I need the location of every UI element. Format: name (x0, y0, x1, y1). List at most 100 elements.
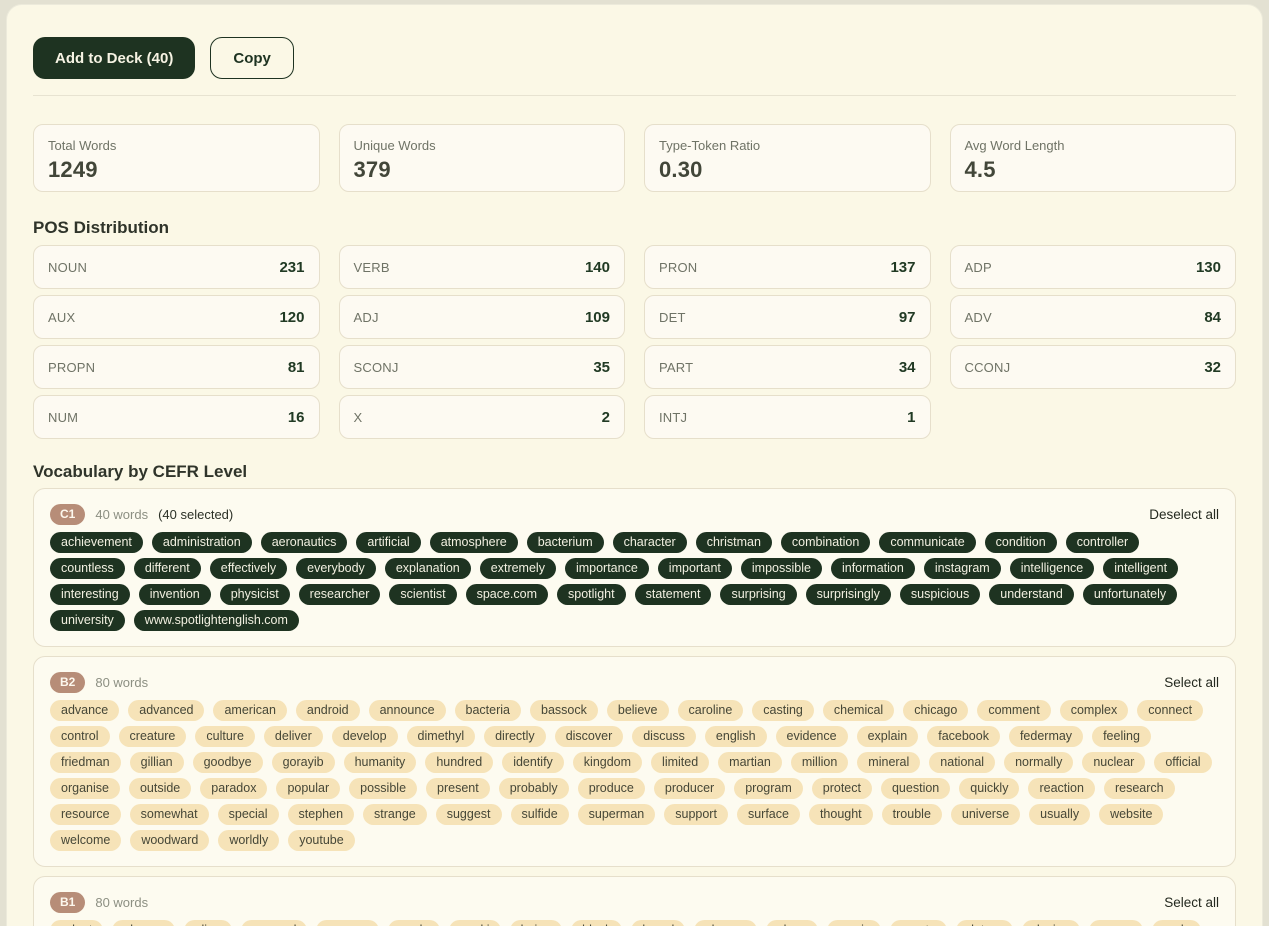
word-pill[interactable]: impossible (741, 558, 822, 579)
word-pill[interactable]: humanity (344, 752, 417, 773)
word-pill[interactable]: superman (578, 804, 656, 825)
word-pill[interactable]: nuclear (1082, 752, 1145, 773)
word-pill[interactable]: feeling (1092, 726, 1151, 747)
word-pill[interactable]: physicist (220, 584, 290, 605)
word-pill[interactable]: early (1152, 920, 1201, 926)
word-pill[interactable]: goodbye (193, 752, 263, 773)
word-pill[interactable]: youtube (288, 830, 354, 851)
word-pill[interactable]: hundred (425, 752, 493, 773)
word-pill[interactable]: federmay (1009, 726, 1083, 747)
word-pill[interactable]: connect (1137, 700, 1203, 721)
word-pill[interactable]: suggest (436, 804, 502, 825)
word-pill[interactable]: comment (977, 700, 1050, 721)
word-pill[interactable]: normally (1004, 752, 1073, 773)
word-pill[interactable]: thought (809, 804, 873, 825)
word-pill[interactable]: explain (857, 726, 919, 747)
word-pill[interactable]: official (1154, 752, 1211, 773)
word-pill[interactable]: comic (827, 920, 882, 926)
word-pill[interactable]: azaki (449, 920, 500, 926)
word-pill[interactable]: administration (152, 532, 252, 553)
word-pill[interactable]: sulfide (511, 804, 569, 825)
word-pill[interactable]: identify (502, 752, 564, 773)
word-pill[interactable]: change (694, 920, 757, 926)
word-pill[interactable]: suspicious (900, 584, 980, 605)
word-pill[interactable]: information (831, 558, 915, 579)
word-pill[interactable]: complex (1060, 700, 1129, 721)
word-pill[interactable]: broad (631, 920, 685, 926)
word-pill[interactable]: special (218, 804, 279, 825)
word-pill[interactable]: extremely (480, 558, 556, 579)
word-pill[interactable]: achievement (50, 532, 143, 553)
word-pill[interactable]: producer (654, 778, 725, 799)
word-pill[interactable]: strange (363, 804, 427, 825)
word-pill[interactable]: amazed (241, 920, 307, 926)
word-pill[interactable]: bacterium (527, 532, 604, 553)
word-pill[interactable]: university (50, 610, 125, 631)
word-pill[interactable]: gorayib (272, 752, 335, 773)
word-pill[interactable]: communicate (879, 532, 975, 553)
word-pill[interactable]: researcher (299, 584, 381, 605)
word-pill[interactable]: apple (388, 920, 441, 926)
word-pill[interactable]: artificial (356, 532, 420, 553)
word-pill[interactable]: trouble (882, 804, 942, 825)
word-pill[interactable]: directly (484, 726, 546, 747)
word-pill[interactable]: believe (607, 700, 669, 721)
word-pill[interactable]: bacteria (455, 700, 521, 721)
word-pill[interactable]: announce (369, 700, 446, 721)
add-to-deck-button[interactable]: Add to Deck (40) (33, 37, 195, 79)
word-pill[interactable]: combination (781, 532, 870, 553)
word-pill[interactable]: aeronautics (261, 532, 348, 553)
word-pill[interactable]: paradox (200, 778, 267, 799)
word-pill[interactable]: character (613, 532, 687, 553)
word-pill[interactable]: unfortunately (1083, 584, 1177, 605)
word-pill[interactable]: universe (951, 804, 1020, 825)
word-pill[interactable]: facebook (927, 726, 1000, 747)
word-pill[interactable]: everybody (296, 558, 376, 579)
word-pill[interactable]: discuss (632, 726, 696, 747)
word-pill[interactable]: develop (332, 726, 398, 747)
word-pill[interactable]: stephen (288, 804, 354, 825)
word-pill[interactable]: caroline (678, 700, 744, 721)
word-pill[interactable]: scientist (389, 584, 456, 605)
word-pill[interactable]: woodward (130, 830, 209, 851)
word-pill[interactable]: reaction (1028, 778, 1094, 799)
word-pill[interactable]: alien (184, 920, 232, 926)
word-pill[interactable]: protect (812, 778, 872, 799)
word-pill[interactable]: somewhat (130, 804, 209, 825)
word-pill[interactable]: spotlight (557, 584, 626, 605)
word-pill[interactable]: produce (578, 778, 645, 799)
word-pill[interactable]: understand (989, 584, 1074, 605)
word-pill[interactable]: casting (752, 700, 814, 721)
word-pill[interactable]: program (734, 778, 803, 799)
word-pill[interactable]: effectively (210, 558, 287, 579)
word-pill[interactable]: dimethyl (407, 726, 476, 747)
word-pill[interactable]: deliver (264, 726, 323, 747)
word-pill[interactable]: space.com (466, 584, 548, 605)
word-pill[interactable]: possible (349, 778, 417, 799)
word-pill[interactable]: research (1104, 778, 1175, 799)
word-pill[interactable]: invention (139, 584, 211, 605)
word-pill[interactable]: intelligence (1010, 558, 1095, 579)
word-pill[interactable]: surprisingly (806, 584, 891, 605)
word-pill[interactable]: countless (50, 558, 125, 579)
word-pill[interactable]: android (296, 700, 360, 721)
word-pill[interactable]: black (571, 920, 622, 926)
word-pill[interactable]: atmosphere (430, 532, 518, 553)
word-pill[interactable]: interesting (50, 584, 130, 605)
word-pill[interactable]: resource (50, 804, 121, 825)
select-all-button[interactable]: Select all (1164, 675, 1219, 690)
copy-button[interactable]: Copy (210, 37, 294, 79)
word-pill[interactable]: important (658, 558, 732, 579)
word-pill[interactable]: probably (499, 778, 569, 799)
word-pill[interactable]: question (881, 778, 950, 799)
word-pill[interactable]: discover (555, 726, 624, 747)
word-pill[interactable]: website (1099, 804, 1163, 825)
word-pill[interactable]: gillian (130, 752, 184, 773)
word-pill[interactable]: outside (129, 778, 191, 799)
deselect-all-button[interactable]: Deselect all (1149, 507, 1219, 522)
word-pill[interactable]: english (705, 726, 767, 747)
word-pill[interactable]: culture (195, 726, 255, 747)
word-pill[interactable]: support (664, 804, 728, 825)
word-pill[interactable]: www.spotlightenglish.com (134, 610, 299, 631)
word-pill[interactable]: controller (1066, 532, 1139, 553)
